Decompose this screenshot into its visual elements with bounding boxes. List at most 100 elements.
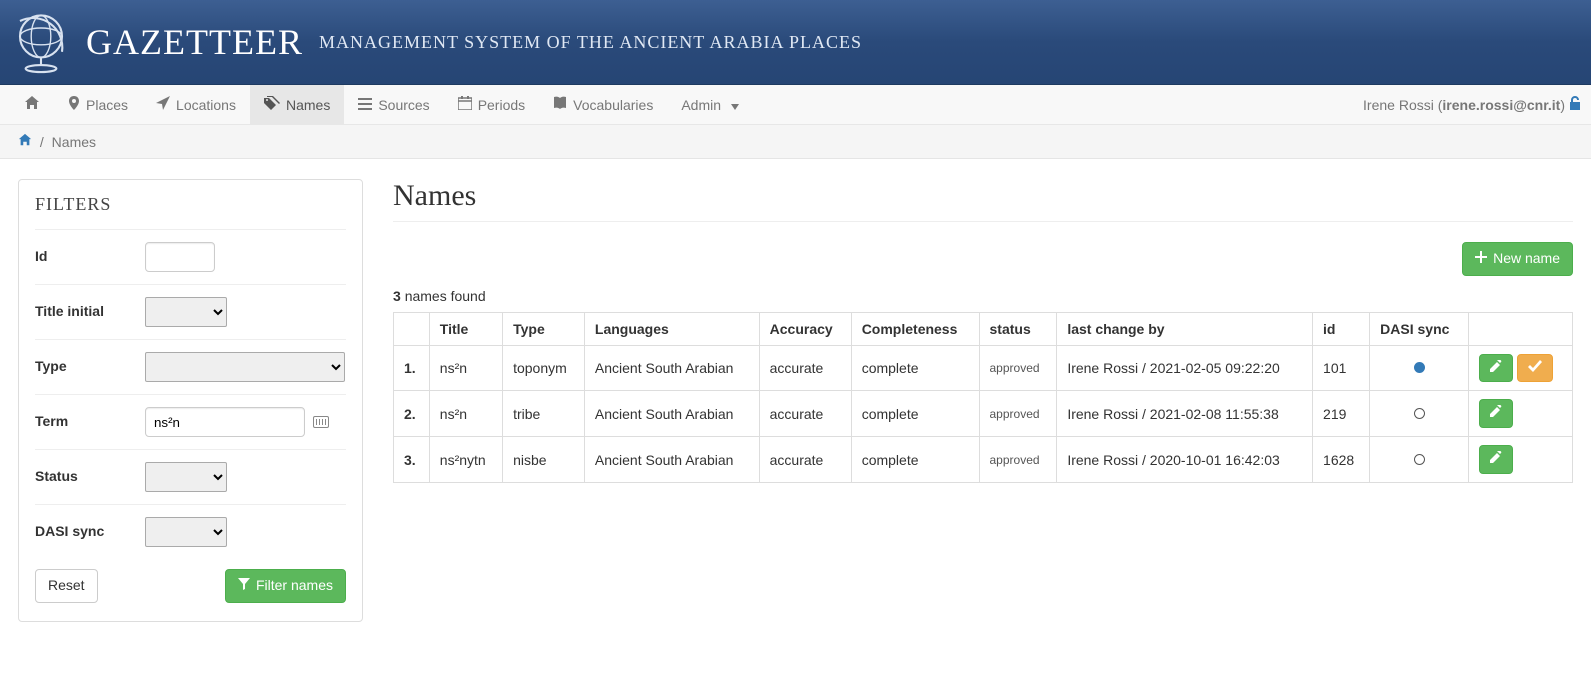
cell-status: approved — [979, 437, 1057, 483]
results-count: 3 names found — [393, 288, 1573, 304]
new-name-label: New name — [1493, 249, 1560, 269]
pin-icon — [68, 96, 80, 113]
filter-term-input[interactable] — [145, 407, 305, 437]
keyboard-icon[interactable] — [313, 416, 329, 428]
cell-id: 101 — [1313, 345, 1370, 391]
nav-vocabularies-label: Vocabularies — [573, 97, 653, 113]
list-icon — [358, 97, 372, 113]
cell-index: 1. — [394, 345, 430, 391]
cell-last-change: Irene Rossi / 2020-10-01 16:42:03 — [1057, 437, 1313, 483]
user-name: Irene Rossi — [1363, 97, 1434, 113]
edit-icon — [1490, 451, 1502, 468]
reset-button[interactable]: Reset — [35, 569, 98, 603]
results-count-suffix: names found — [405, 288, 486, 304]
cell-accuracy: accurate — [759, 391, 851, 437]
nav-names[interactable]: Names — [250, 85, 344, 124]
breadcrumb-separator: / — [40, 134, 44, 150]
main-navbar: Places Locations Names Sources Periods — [0, 85, 1591, 125]
nav-periods[interactable]: Periods — [444, 85, 539, 124]
nav-places-label: Places — [86, 97, 128, 113]
names-table: Title Type Languages Accuracy Completene… — [393, 312, 1573, 483]
app-banner: GAZETTEER MANAGEMENT SYSTEM OF THE ANCIE… — [0, 0, 1591, 85]
filter-title-initial-select[interactable] — [145, 297, 227, 327]
filter-term-label: Term — [35, 407, 145, 429]
filter-id-input[interactable] — [145, 242, 215, 272]
book-icon — [553, 96, 567, 113]
nav-admin-label: Admin — [681, 97, 721, 113]
check-icon — [1528, 360, 1542, 377]
cell-completeness: complete — [851, 391, 979, 437]
approve-button[interactable] — [1517, 354, 1553, 383]
breadcrumb-current: Names — [52, 134, 96, 150]
cell-languages: Ancient South Arabian — [584, 391, 759, 437]
cell-status: approved — [979, 391, 1057, 437]
filter-id-label: Id — [35, 242, 145, 264]
chevron-down-icon — [731, 97, 739, 113]
cell-dasi-sync — [1370, 437, 1469, 483]
cell-title: ns²n — [429, 391, 502, 437]
app-title: GAZETTEER — [86, 21, 303, 63]
nav-vocabularies[interactable]: Vocabularies — [539, 85, 667, 124]
filters-panel: FILTERS Id Title initial Type Term — [18, 179, 363, 622]
cell-languages: Ancient South Arabian — [584, 345, 759, 391]
app-logo — [6, 7, 76, 77]
cell-id: 1628 — [1313, 437, 1370, 483]
cell-last-change: Irene Rossi / 2021-02-05 09:22:20 — [1057, 345, 1313, 391]
cell-id: 219 — [1313, 391, 1370, 437]
user-info[interactable]: Irene Rossi (irene.rossi@cnr.it) — [1363, 85, 1581, 124]
filter-names-label: Filter names — [256, 576, 333, 596]
location-arrow-icon — [156, 96, 170, 113]
cell-dasi-sync — [1370, 345, 1469, 391]
sync-dot-empty-icon — [1414, 454, 1425, 465]
filter-icon — [238, 576, 250, 596]
filter-status-label: Status — [35, 462, 145, 484]
cell-type: tribe — [503, 391, 585, 437]
col-languages: Languages — [584, 312, 759, 345]
cell-completeness: complete — [851, 437, 979, 483]
tags-icon — [264, 96, 280, 113]
new-name-button[interactable]: New name — [1462, 242, 1573, 276]
nav-locations[interactable]: Locations — [142, 85, 250, 124]
filter-status-select[interactable] — [145, 462, 227, 492]
cell-accuracy: accurate — [759, 345, 851, 391]
filter-dasi-sync-label: DASI sync — [35, 517, 145, 539]
col-completeness: Completeness — [851, 312, 979, 345]
edit-button[interactable] — [1479, 399, 1513, 428]
col-id: id — [1313, 312, 1370, 345]
cell-index: 3. — [394, 437, 430, 483]
nav-places[interactable]: Places — [54, 85, 142, 124]
nav-home[interactable] — [10, 85, 54, 124]
col-type: Type — [503, 312, 585, 345]
filter-dasi-sync-select[interactable] — [145, 517, 227, 547]
cell-languages: Ancient South Arabian — [584, 437, 759, 483]
nav-admin[interactable]: Admin — [667, 85, 753, 124]
filter-type-select[interactable] — [145, 352, 345, 382]
cell-dasi-sync — [1370, 391, 1469, 437]
unlock-icon — [1569, 96, 1581, 113]
filter-type-label: Type — [35, 352, 145, 374]
filter-title-initial-label: Title initial — [35, 297, 145, 319]
col-title: Title — [429, 312, 502, 345]
cell-status: approved — [979, 345, 1057, 391]
main-content: Names New name 3 names found Title Type … — [393, 179, 1573, 483]
col-actions — [1469, 312, 1573, 345]
plus-icon — [1475, 249, 1487, 269]
breadcrumb-home-icon[interactable] — [18, 134, 36, 150]
col-last-change: last change by — [1057, 312, 1313, 345]
nav-names-label: Names — [286, 97, 330, 113]
results-count-number: 3 — [393, 288, 401, 304]
edit-button[interactable] — [1479, 354, 1513, 383]
nav-sources[interactable]: Sources — [344, 85, 443, 124]
cell-index: 2. — [394, 391, 430, 437]
filter-names-button[interactable]: Filter names — [225, 569, 346, 603]
cell-last-change: Irene Rossi / 2021-02-08 11:55:38 — [1057, 391, 1313, 437]
filters-heading: FILTERS — [35, 194, 346, 215]
edit-button[interactable] — [1479, 445, 1513, 474]
edit-icon — [1490, 360, 1502, 377]
cell-actions — [1469, 391, 1573, 437]
nav-sources-label: Sources — [378, 97, 429, 113]
sync-dot-empty-icon — [1414, 408, 1425, 419]
nav-locations-label: Locations — [176, 97, 236, 113]
home-icon — [24, 95, 40, 114]
page-title: Names — [393, 179, 1573, 222]
